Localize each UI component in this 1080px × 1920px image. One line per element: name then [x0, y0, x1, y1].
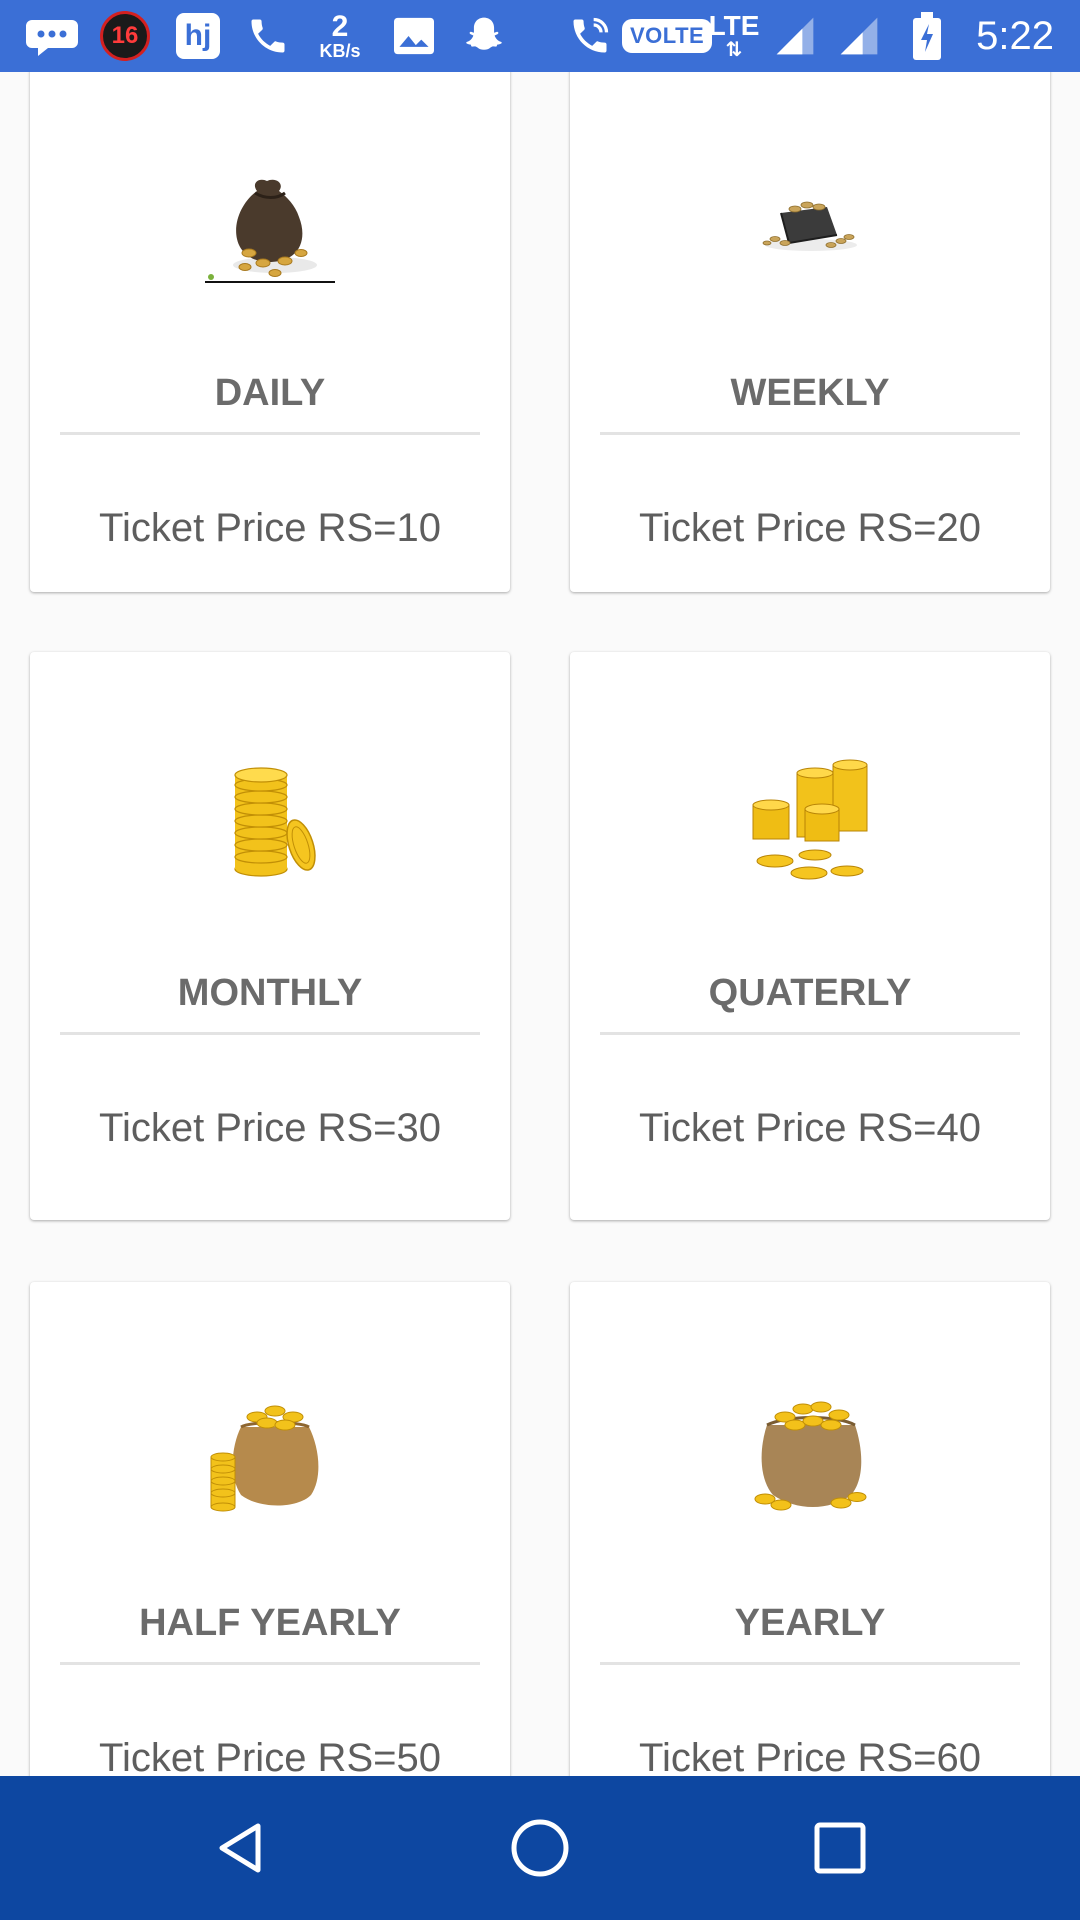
back-button[interactable]	[206, 1812, 278, 1884]
recents-square-icon	[814, 1822, 866, 1874]
plan-price: Ticket Price RS=40	[639, 1106, 981, 1150]
divider	[60, 432, 480, 435]
gold-coin-stacks-icon	[745, 757, 875, 887]
plan-price: Ticket Price RS=60	[639, 1736, 981, 1776]
plan-price: Ticket Price RS=10	[99, 506, 441, 550]
battery-charging-icon	[912, 0, 942, 72]
messages-icon	[26, 0, 78, 72]
plan-card-quaterly[interactable]: QUATERLY Ticket Price RS=40	[570, 652, 1050, 1220]
plan-title: HALF YEARLY	[139, 1602, 401, 1644]
gold-coin-stack-icon	[205, 757, 335, 887]
plan-card-half-yearly[interactable]: HALF YEARLY Ticket Price RS=50	[30, 1282, 510, 1776]
phone-icon	[246, 0, 290, 72]
status-bar: 16 hj 2 KB/s VOLTE LTE ⇅ 5:22	[0, 0, 1080, 72]
wallet-coins-icon	[745, 157, 875, 287]
volte-badge: VOLTE	[622, 0, 713, 72]
gold-sack-icon	[205, 1387, 335, 1517]
plan-price: Ticket Price RS=30	[99, 1106, 441, 1150]
plan-card-yearly[interactable]: YEARLY Ticket Price RS=60	[570, 1282, 1050, 1776]
home-button[interactable]	[504, 1812, 576, 1884]
notification-badge: 16	[100, 0, 150, 72]
divider	[60, 1662, 480, 1665]
plan-title: YEARLY	[734, 1602, 886, 1644]
home-circle-icon	[511, 1819, 569, 1877]
plan-card-daily[interactable]: DAILY Ticket Price RS=10	[30, 72, 510, 592]
lte-indicator: LTE ⇅	[708, 10, 760, 61]
clock: 5:22	[976, 13, 1054, 58]
plan-title: WEEKLY	[730, 372, 890, 414]
gallery-icon	[392, 0, 436, 72]
plan-price: Ticket Price RS=20	[639, 506, 981, 550]
signal-strength-2-icon	[836, 0, 882, 72]
recents-button[interactable]	[804, 1812, 876, 1884]
back-triangle-icon	[219, 1823, 261, 1873]
plan-title: QUATERLY	[708, 972, 912, 1014]
snapchat-icon	[462, 0, 506, 72]
divider	[600, 1032, 1020, 1035]
signal-strength-icon	[772, 0, 818, 72]
plan-price: Ticket Price RS=50	[99, 1736, 441, 1776]
money-sack-dark-icon	[205, 157, 335, 287]
plan-title: DAILY	[214, 372, 326, 414]
divider	[600, 1662, 1020, 1665]
plan-card-monthly[interactable]: MONTHLY Ticket Price RS=30	[30, 652, 510, 1220]
navigation-bar	[0, 1776, 1080, 1920]
network-speed: 2 KB/s	[319, 10, 361, 61]
plan-title: MONTHLY	[177, 972, 363, 1014]
divider	[60, 1032, 480, 1035]
plans-grid: DAILY Ticket Price RS=10 WEEKLY Ticket P…	[0, 72, 1080, 1776]
divider	[600, 432, 1020, 435]
gold-sack-full-icon	[745, 1387, 875, 1517]
hj-app-icon: hj	[176, 0, 220, 72]
wifi-calling-icon	[568, 0, 612, 72]
plan-card-weekly[interactable]: WEEKLY Ticket Price RS=20	[570, 72, 1050, 592]
